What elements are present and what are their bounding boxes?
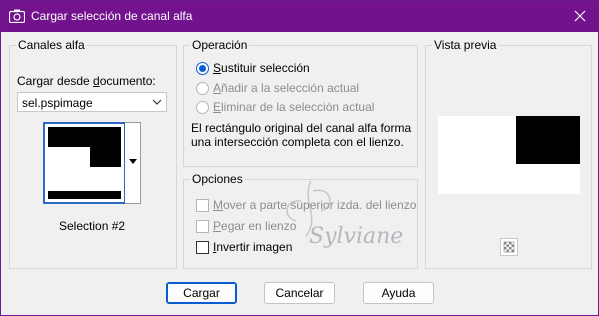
radio-remove-label: Eliminar de la selección actual	[213, 100, 375, 114]
preview-title: Vista previa	[432, 38, 499, 52]
checkerboard-icon	[503, 241, 515, 253]
radio-remove-indicator[interactable]	[196, 101, 209, 114]
checkbox-move-label: Mover a parte superior izda. del lienzo	[213, 198, 417, 212]
document-select[interactable]: sel.pspimage	[17, 92, 167, 112]
preview-image	[438, 116, 580, 194]
title-bar: Cargar selección de canal alfa	[1, 1, 598, 32]
radio-replace-label: Sustituir selección	[213, 61, 310, 75]
close-button[interactable]	[567, 4, 593, 28]
options-title: Opciones	[190, 172, 245, 186]
cancel-button[interactable]: Cancelar	[264, 282, 335, 304]
alpha-channels-title: Canales alfa	[16, 38, 87, 52]
transparency-checker-icon[interactable]	[500, 238, 518, 256]
selection-name-label: Selection #2	[59, 219, 126, 233]
window-title: Cargar selección de canal alfa	[31, 9, 193, 23]
close-icon	[574, 10, 586, 22]
radio-add-label: Añadir a la selección actual	[213, 81, 360, 95]
checkbox-paste-indicator[interactable]	[196, 220, 209, 233]
load-button[interactable]: Cargar	[166, 282, 237, 304]
preview-black-region	[516, 116, 580, 164]
help-button[interactable]: Ayuda	[363, 282, 434, 304]
dialog-window: Cargar selección de canal alfa Canales a…	[0, 0, 599, 316]
checkbox-move-indicator[interactable]	[196, 199, 209, 212]
operation-title: Operación	[190, 38, 250, 52]
alpha-channel-thumbnail[interactable]	[43, 122, 126, 204]
radio-replace-indicator[interactable]	[196, 62, 209, 75]
caret-down-icon	[129, 159, 137, 164]
checkbox-paste-label: Pegar en lienzo	[213, 219, 297, 233]
camera-icon	[9, 9, 25, 23]
chevron-down-icon	[152, 99, 162, 105]
checkbox-invert-indicator[interactable]	[196, 241, 209, 254]
operation-description: El rectángulo original del canal alfa fo…	[191, 121, 412, 149]
document-select-value: sel.pspimage	[22, 96, 93, 110]
radio-add-indicator[interactable]	[196, 82, 209, 95]
load-from-document-label: Cargar desde documento:	[17, 74, 156, 88]
checkbox-invert-label: Invertir imagen	[213, 240, 293, 254]
thumbnail-dropdown-button[interactable]	[125, 122, 141, 204]
